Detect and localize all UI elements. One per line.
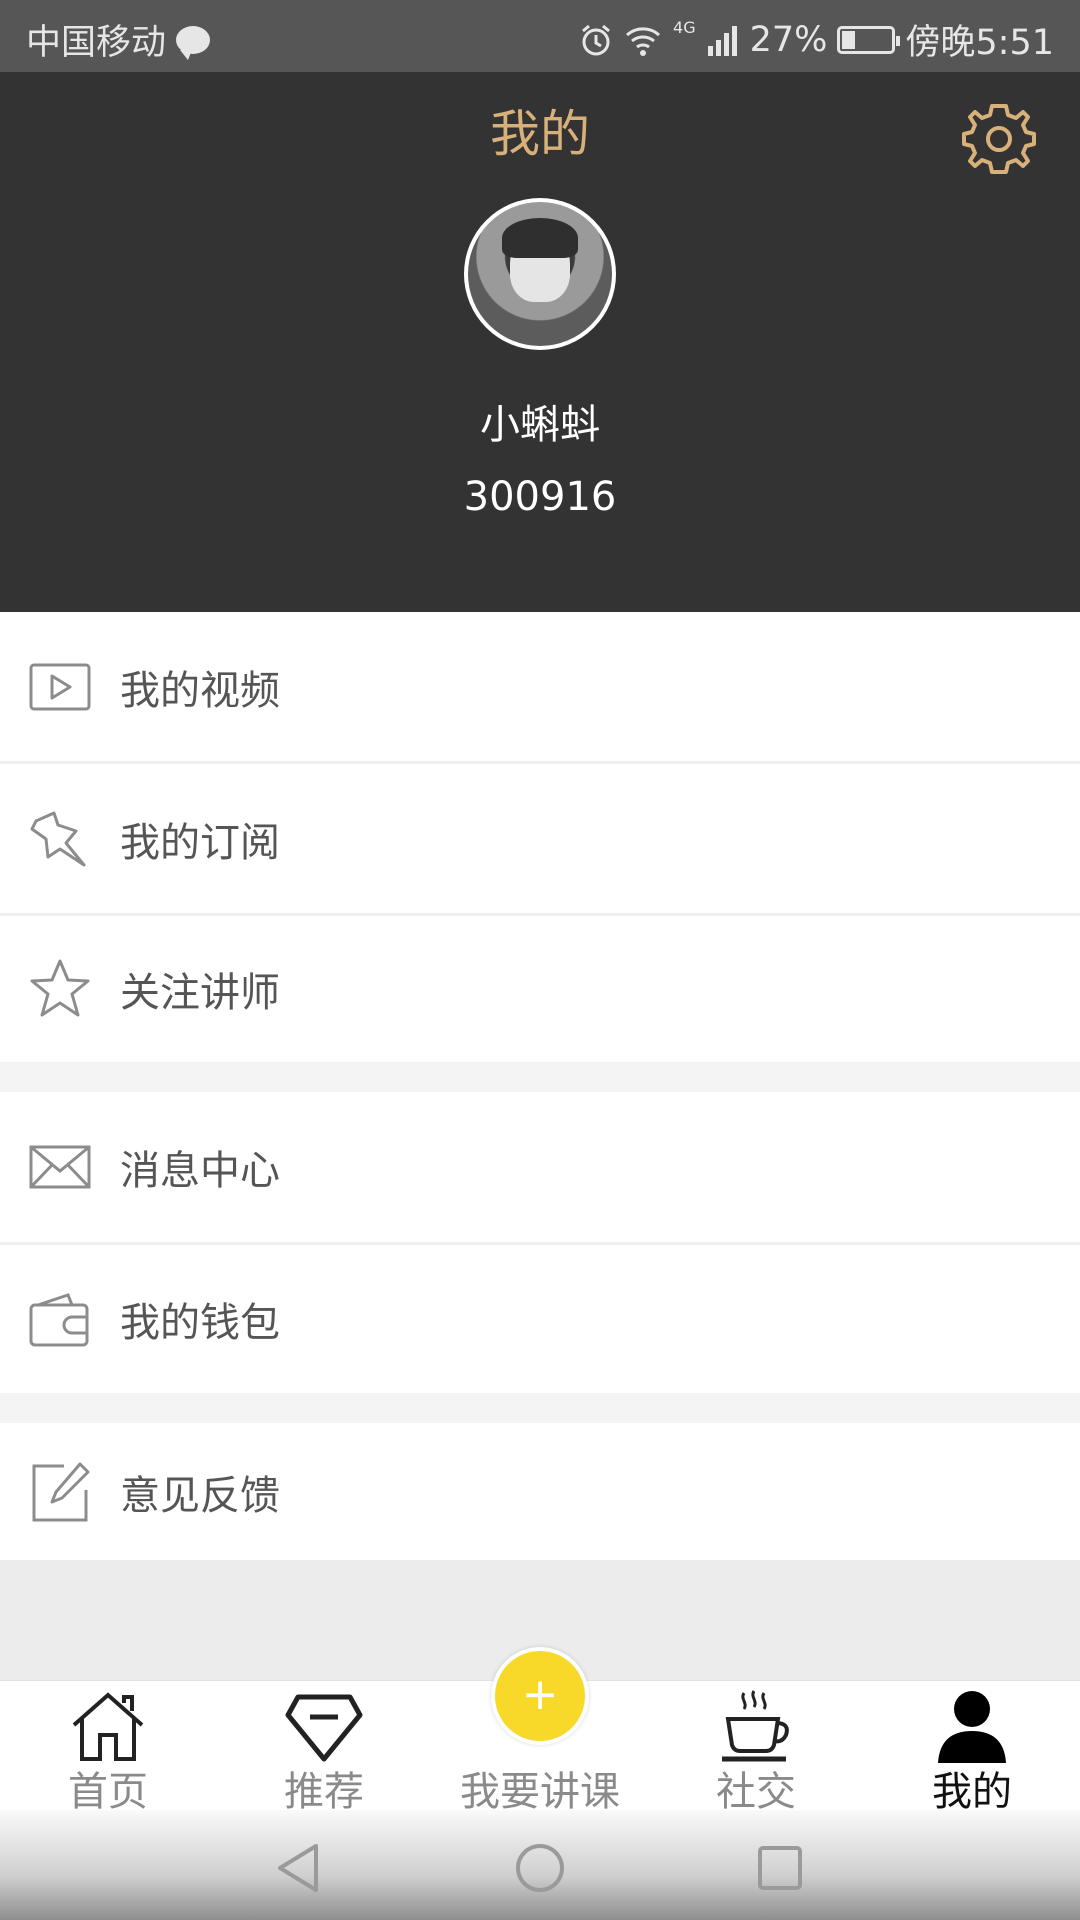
system-nav-bar bbox=[0, 1810, 1080, 1920]
tab-label: 推荐 bbox=[284, 1769, 364, 1815]
section-gap bbox=[0, 1393, 1080, 1423]
tab-recommend[interactable]: 推荐 bbox=[216, 1681, 432, 1815]
home-circle-icon[interactable] bbox=[510, 1838, 570, 1898]
coffee-cup-icon bbox=[716, 1689, 796, 1765]
signal-icon bbox=[706, 24, 740, 56]
wifi-icon bbox=[623, 23, 663, 57]
username: 小蝌蚪 bbox=[480, 402, 600, 448]
star-icon bbox=[28, 957, 92, 1021]
tab-label: 我要讲课 bbox=[460, 1769, 620, 1815]
menu-item-label: 关注讲师 bbox=[120, 970, 280, 1016]
network-type: 4G bbox=[673, 18, 696, 37]
tab-social[interactable]: 社交 bbox=[648, 1681, 864, 1815]
settings-gear-icon[interactable] bbox=[960, 100, 1038, 178]
wallet-icon bbox=[28, 1287, 92, 1351]
menu-item-label: 我的视频 bbox=[120, 668, 280, 714]
battery-icon bbox=[837, 25, 901, 54]
menu-item-followed-lecturers[interactable]: 关注讲师 bbox=[0, 916, 1080, 1062]
menu-item-label: 我的订阅 bbox=[120, 820, 280, 866]
tab-label: 首页 bbox=[68, 1769, 148, 1815]
add-lecture-button[interactable]: + bbox=[491, 1647, 589, 1745]
menu-item-message-center[interactable]: 消息中心 bbox=[0, 1092, 1080, 1242]
chat-notification-icon bbox=[176, 25, 211, 60]
carrier-label: 中国移动 bbox=[26, 23, 167, 63]
pin-icon bbox=[28, 807, 92, 871]
menu-item-my-videos[interactable]: 我的视频 bbox=[0, 612, 1080, 762]
mail-icon bbox=[28, 1135, 92, 1199]
avatar[interactable] bbox=[464, 198, 616, 350]
edit-icon bbox=[28, 1460, 92, 1524]
tab-home[interactable]: 首页 bbox=[0, 1681, 216, 1815]
profile-header: 我的 小蝌蚪 300916 bbox=[0, 72, 1080, 612]
tab-label: 社交 bbox=[716, 1769, 796, 1815]
menu-item-label: 我的钱包 bbox=[120, 1300, 280, 1346]
section-gap bbox=[0, 1062, 1080, 1092]
menu-item-label: 意见反馈 bbox=[120, 1472, 280, 1519]
alarm-icon bbox=[579, 23, 613, 57]
page-title: 我的 bbox=[490, 105, 590, 163]
video-play-icon bbox=[28, 655, 92, 719]
avatar-photo bbox=[468, 202, 612, 346]
user-id: 300916 bbox=[463, 474, 617, 520]
clock: 傍晚5:51 bbox=[905, 23, 1054, 63]
status-bar: 中国移动 4G 27% 傍晚5:51 bbox=[0, 0, 1080, 72]
tab-label: 我的 bbox=[932, 1769, 1012, 1815]
diamond-icon bbox=[284, 1689, 364, 1765]
menu-item-feedback[interactable]: 意见反馈 bbox=[0, 1423, 1080, 1560]
recents-icon[interactable] bbox=[750, 1838, 810, 1898]
menu-item-my-wallet[interactable]: 我的钱包 bbox=[0, 1245, 1080, 1393]
battery-percent: 27% bbox=[749, 19, 828, 60]
home-icon bbox=[68, 1689, 148, 1765]
menu-item-label: 消息中心 bbox=[120, 1148, 280, 1194]
back-icon[interactable] bbox=[270, 1838, 330, 1898]
tab-mine[interactable]: 我的 bbox=[864, 1681, 1080, 1815]
menu-item-my-subscriptions[interactable]: 我的订阅 bbox=[0, 764, 1080, 914]
person-icon bbox=[932, 1689, 1012, 1765]
